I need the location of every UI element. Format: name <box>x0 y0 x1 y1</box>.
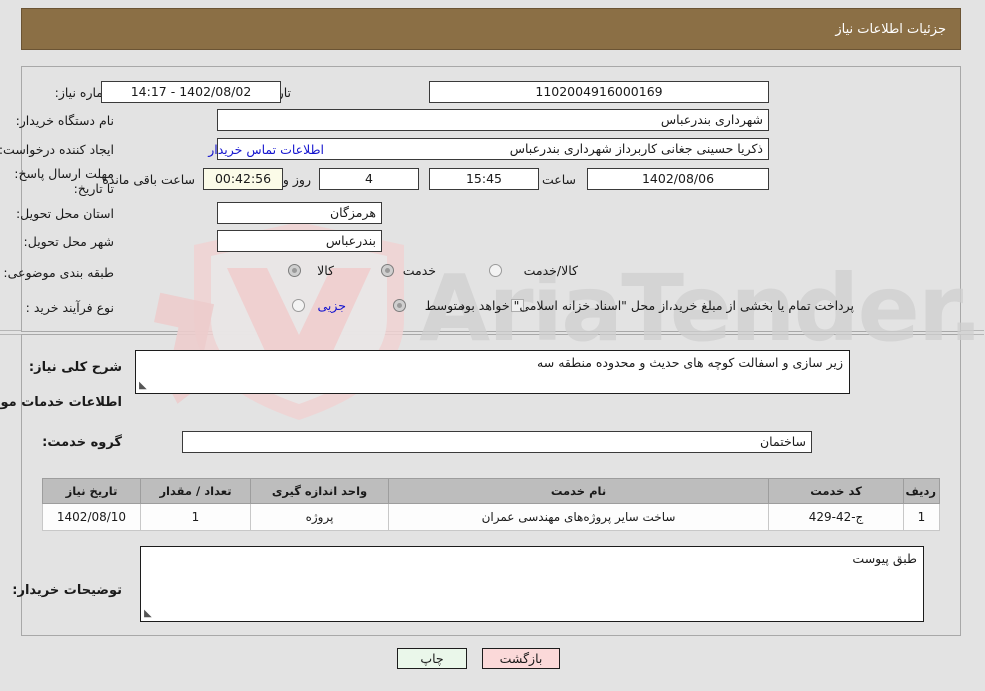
buyer-notes-value: طبق پیوست <box>853 551 918 566</box>
category-radio-kala-khedmat-label: کالا/خدمت <box>524 263 579 278</box>
th-qty: تعداد / مقدار <box>141 478 252 504</box>
city-value: بندرعباس <box>218 230 383 252</box>
cell-radif: 1 <box>904 503 941 531</box>
category-radio-kala[interactable] <box>289 264 302 277</box>
buyer-org-label: نام دستگاه خریدار: <box>16 113 115 128</box>
th-code: کد خدمت <box>769 478 905 504</box>
deadline-time-value: 15:45 <box>430 168 540 190</box>
buyer-notes-label: توضیحات خریدار: <box>13 583 123 598</box>
announce-datetime-value: 1402/08/02 - 14:17 <box>102 81 282 103</box>
countdown-timer: 00:42:56 <box>204 168 284 190</box>
print-button[interactable]: چاپ <box>398 648 468 669</box>
th-unit: واحد اندازه گیری <box>251 478 390 504</box>
th-date: تاریخ نیاز <box>43 478 142 504</box>
category-label: طبقه بندی موضوعی: <box>4 265 115 280</box>
cell-unit: پروژه <box>251 503 390 531</box>
deadline-label: مهلت ارسال پاسخ: تا تاریخ: <box>15 166 115 196</box>
creator-label: ایجاد کننده درخواست: <box>0 142 115 157</box>
remaining-days-value: 4 <box>320 168 420 190</box>
th-name: نام خدمت <box>389 478 770 504</box>
treasury-checkbox-label: پرداخت تمام یا بخشی از مبلغ خرید،از محل … <box>456 298 855 313</box>
remaining-hours-label: ساعت باقی مانده <box>103 172 196 187</box>
back-button[interactable]: بازگشت <box>483 648 561 669</box>
general-desc-label: شرح کلی نیاز: <box>29 360 123 375</box>
category-radio-kala-khedmat[interactable] <box>490 264 503 277</box>
category-radio-kala-label: کالا <box>318 263 335 278</box>
table-header-row: ردیف کد خدمت نام خدمت واحد اندازه گیری ت… <box>43 478 941 504</box>
page-title-text: جزئیات اطلاعات نیاز <box>836 21 947 37</box>
cell-qty: 1 <box>141 503 252 531</box>
deadline-hour-label: ساعت <box>542 172 577 187</box>
page-title: جزئیات اطلاعات نیاز <box>22 8 962 50</box>
category-radio-khedmat-label: خدمت <box>403 263 437 278</box>
services-table: ردیف کد خدمت نام خدمت واحد اندازه گیری ت… <box>43 478 941 531</box>
need-summary-panel <box>22 66 962 332</box>
table-row: 1 ج-42-429 ساخت سایر پروژه‌های مهندسی عم… <box>43 503 941 531</box>
resize-grip-icon[interactable]: ◢ <box>145 608 157 620</box>
process-label: نوع فرآیند خرید : <box>26 300 115 315</box>
city-label: شهر محل تحویل: <box>24 234 115 249</box>
buyer-contact-link[interactable]: اطلاعات تماس خریدار <box>209 142 325 158</box>
th-radif: ردیف <box>904 478 941 504</box>
process-radio-jozee-label: جزیی <box>318 298 347 313</box>
need-number-value: 1102004916000169 <box>430 81 770 103</box>
cell-date: 1402/08/10 <box>43 503 142 531</box>
province-label: استان محل تحویل: <box>16 206 115 221</box>
resize-grip-icon[interactable]: ◢ <box>140 380 152 392</box>
general-desc-textarea[interactable]: زیر سازی و اسفالت کوچه های حدیث و محدوده… <box>136 350 851 394</box>
service-group-label: گروه خدمت: <box>43 435 123 450</box>
cell-name: ساخت سایر پروژه‌های مهندسی عمران <box>389 503 770 531</box>
process-radio-motevaset[interactable] <box>394 299 407 312</box>
province-value: هرمزگان <box>218 202 383 224</box>
service-group-value: ساختمان <box>183 431 813 453</box>
services-heading: اطلاعات خدمات مورد نیاز <box>0 395 123 410</box>
cell-code: ج-42-429 <box>769 503 905 531</box>
deadline-date-value: 1402/08/06 <box>588 168 770 190</box>
remaining-days-label: روز و <box>283 172 312 187</box>
general-desc-value: زیر سازی و اسفالت کوچه های حدیث و محدوده… <box>538 355 844 370</box>
category-radio-khedmat[interactable] <box>382 264 395 277</box>
process-radio-jozee[interactable] <box>293 299 306 312</box>
buyer-org-value: شهرداری بندرعباس <box>218 109 770 131</box>
buyer-notes-textarea[interactable]: طبق پیوست ◢ <box>141 546 925 622</box>
